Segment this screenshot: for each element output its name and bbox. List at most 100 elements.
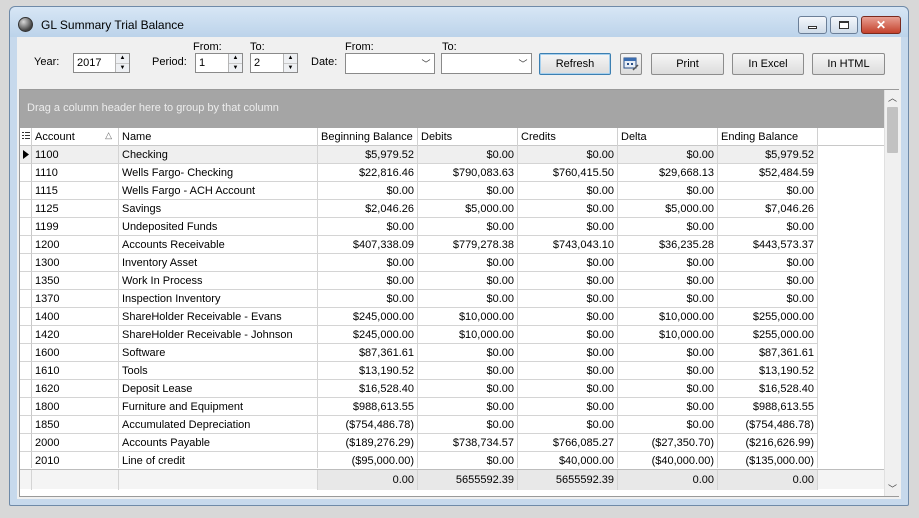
cell-account[interactable]: 2000	[32, 434, 119, 452]
cell-ending-balance[interactable]: $0.00	[718, 290, 818, 308]
cell-ending-balance[interactable]: $87,361.61	[718, 344, 818, 362]
table-row[interactable]: 1400 ShareHolder Receivable - Evans $245,0…	[20, 308, 884, 326]
table-row[interactable]: 1610 Tools $13,190.52 $0.00 $0.00 $0.00 $13,19…	[20, 362, 884, 380]
cell-ending-balance[interactable]: ($754,486.78)	[718, 416, 818, 434]
cell-account[interactable]: 2010	[32, 452, 119, 468]
cell-account[interactable]: 1610	[32, 362, 119, 380]
table-row[interactable]: 1420 ShareHolder Receivable - Johnson $245…	[20, 326, 884, 344]
cell-credits[interactable]: $760,415.50	[518, 164, 618, 182]
cell-name[interactable]: Wells Fargo- Checking	[119, 164, 318, 182]
period-to-spinner[interactable]: 2 ▲ ▼	[250, 53, 298, 73]
column-header-account[interactable]: Account △	[32, 128, 119, 146]
cell-delta[interactable]: $10,000.00	[618, 326, 718, 344]
cell-name[interactable]: Work In Process	[119, 272, 318, 290]
cell-debits[interactable]: $738,734.57	[418, 434, 518, 452]
row-indicator[interactable]	[20, 416, 32, 434]
cell-name[interactable]: Accounts Receivable	[119, 236, 318, 254]
row-indicator[interactable]	[20, 326, 32, 344]
cell-beginning-balance[interactable]: $0.00	[318, 272, 418, 290]
row-indicator[interactable]	[20, 362, 32, 380]
cell-debits[interactable]: $0.00	[418, 344, 518, 362]
cell-debits[interactable]: $0.00	[418, 380, 518, 398]
cell-credits[interactable]: $0.00	[518, 200, 618, 218]
cell-ending-balance[interactable]: $443,573.37	[718, 236, 818, 254]
table-row[interactable]: 1300 Inventory Asset $0.00 $0.00 $0.00 $0.00 $…	[20, 254, 884, 272]
cell-beginning-balance[interactable]: $13,190.52	[318, 362, 418, 380]
cell-delta[interactable]: $29,668.13	[618, 164, 718, 182]
cell-delta[interactable]: $0.00	[618, 182, 718, 200]
cell-debits[interactable]: $790,083.63	[418, 164, 518, 182]
cell-beginning-balance[interactable]: ($754,486.78)	[318, 416, 418, 434]
cell-delta[interactable]: $0.00	[618, 398, 718, 416]
cell-credits[interactable]: $0.00	[518, 362, 618, 380]
cell-debits[interactable]: $0.00	[418, 362, 518, 380]
cell-account[interactable]: 1350	[32, 272, 119, 290]
cell-account[interactable]: 1300	[32, 254, 119, 272]
cell-name[interactable]: Inspection Inventory	[119, 290, 318, 308]
cell-name[interactable]: Accounts Payable	[119, 434, 318, 452]
cell-name[interactable]: Checking	[119, 146, 318, 164]
table-row[interactable]: 1115 Wells Fargo - ACH Account $0.00 $0.00 $…	[20, 182, 884, 200]
cell-ending-balance[interactable]: $0.00	[718, 182, 818, 200]
cell-credits[interactable]: $0.00	[518, 254, 618, 272]
column-chooser-icon[interactable]	[20, 128, 32, 146]
row-indicator[interactable]	[20, 254, 32, 272]
cell-credits[interactable]: $0.00	[518, 416, 618, 434]
cell-delta[interactable]: $0.00	[618, 218, 718, 236]
cell-beginning-balance[interactable]: $988,613.55	[318, 398, 418, 416]
cell-credits[interactable]: $0.00	[518, 344, 618, 362]
cell-name[interactable]: Tools	[119, 362, 318, 380]
cell-credits[interactable]: $0.00	[518, 218, 618, 236]
cell-name[interactable]: Deposit Lease	[119, 380, 318, 398]
table-row[interactable]: 2010 Line of credit ($95,000.00) $0.00 $40,0…	[20, 452, 884, 468]
cell-account[interactable]: 1199	[32, 218, 119, 236]
print-button[interactable]: Print	[651, 53, 724, 75]
maximize-button[interactable]	[830, 16, 858, 34]
cell-ending-balance[interactable]: $13,190.52	[718, 362, 818, 380]
cell-account[interactable]: 1620	[32, 380, 119, 398]
cell-account[interactable]: 1600	[32, 344, 119, 362]
row-indicator[interactable]	[20, 272, 32, 290]
cell-name[interactable]: Inventory Asset	[119, 254, 318, 272]
cell-debits[interactable]: $10,000.00	[418, 326, 518, 344]
trial-balance-grid[interactable]: Drag a column header here to group by th…	[19, 89, 899, 497]
cell-beginning-balance[interactable]: $5,979.52	[318, 146, 418, 164]
cell-delta[interactable]: $0.00	[618, 254, 718, 272]
cell-delta[interactable]: $0.00	[618, 416, 718, 434]
cell-name[interactable]: Undeposited Funds	[119, 218, 318, 236]
table-row[interactable]: 1100 Checking $5,979.52 $0.00 $0.00 $0.00 $5,9…	[20, 146, 884, 164]
table-row[interactable]: 1600 Software $87,361.61 $0.00 $0.00 $0.00 $87…	[20, 344, 884, 362]
cell-ending-balance[interactable]: $5,979.52	[718, 146, 818, 164]
cell-debits[interactable]: $0.00	[418, 218, 518, 236]
spin-up-icon[interactable]: ▲	[229, 54, 242, 63]
cell-beginning-balance[interactable]: ($95,000.00)	[318, 452, 418, 468]
cell-credits[interactable]: $0.00	[518, 182, 618, 200]
cell-beginning-balance[interactable]: $0.00	[318, 218, 418, 236]
cell-beginning-balance[interactable]: $245,000.00	[318, 308, 418, 326]
row-indicator[interactable]	[20, 164, 32, 182]
cell-delta[interactable]: ($40,000.00)	[618, 452, 718, 468]
cell-delta[interactable]: $0.00	[618, 272, 718, 290]
row-indicator[interactable]	[20, 434, 32, 452]
cell-ending-balance[interactable]: $0.00	[718, 272, 818, 290]
cell-beginning-balance[interactable]: $0.00	[318, 254, 418, 272]
cell-ending-balance[interactable]: ($135,000.00)	[718, 452, 818, 468]
cell-credits[interactable]: $766,085.27	[518, 434, 618, 452]
cell-name[interactable]: Wells Fargo - ACH Account	[119, 182, 318, 200]
cell-debits[interactable]: $0.00	[418, 254, 518, 272]
column-header-name[interactable]: Name	[119, 128, 318, 146]
cell-ending-balance[interactable]: $52,484.59	[718, 164, 818, 182]
cell-beginning-balance[interactable]: $2,046.26	[318, 200, 418, 218]
cell-credits[interactable]: $0.00	[518, 380, 618, 398]
calendar-button[interactable]	[620, 53, 642, 75]
spin-up-icon[interactable]: ▲	[116, 54, 129, 63]
table-row[interactable]: 1200 Accounts Receivable $407,338.09 $779,2…	[20, 236, 884, 254]
cell-name[interactable]: Accumulated Depreciation	[119, 416, 318, 434]
cell-debits[interactable]: $0.00	[418, 146, 518, 164]
group-by-panel[interactable]: Drag a column header here to group by th…	[20, 90, 884, 128]
title-bar[interactable]: GL Summary Trial Balance ✕	[10, 7, 908, 37]
column-header-credits[interactable]: Credits	[518, 128, 618, 146]
cell-account[interactable]: 1370	[32, 290, 119, 308]
cell-ending-balance[interactable]: $16,528.40	[718, 380, 818, 398]
cell-delta[interactable]: $0.00	[618, 290, 718, 308]
